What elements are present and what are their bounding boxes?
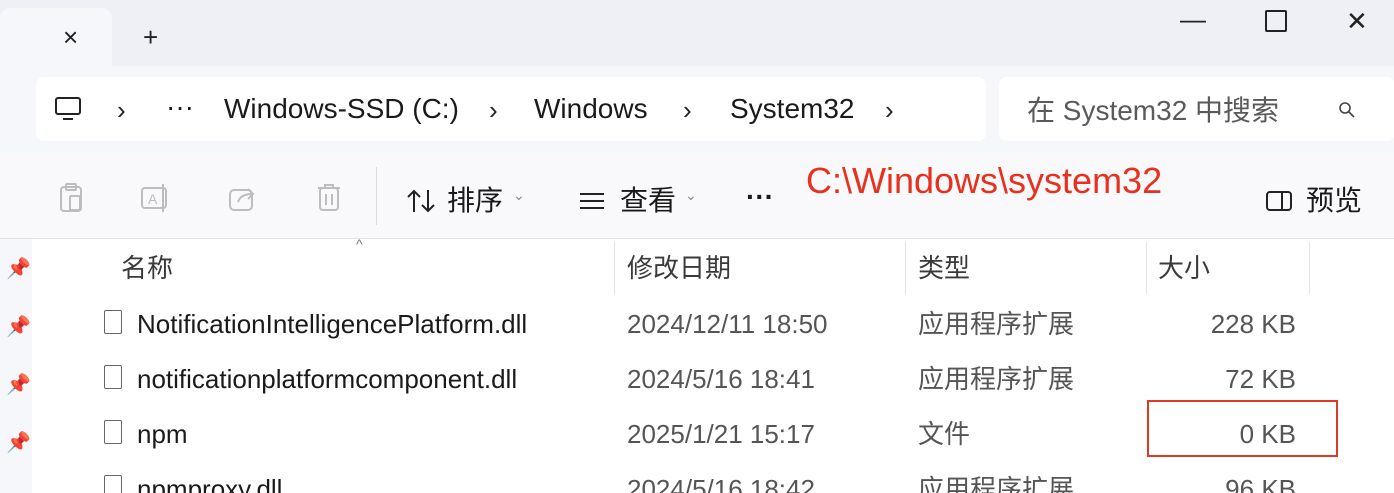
file-size: 72 KB bbox=[1225, 364, 1296, 394]
file-size: 96 KB bbox=[1225, 474, 1296, 493]
column-header-modified[interactable]: 修改日期 bbox=[627, 252, 731, 284]
file-type: 应用程序扩展 bbox=[918, 364, 1075, 394]
breadcrumb-windows[interactable]: Windows bbox=[534, 92, 648, 126]
breadcrumb-separator-icon[interactable]: › bbox=[117, 93, 126, 127]
svg-text:A: A bbox=[148, 191, 158, 207]
breadcrumb-separator-icon[interactable]: › bbox=[885, 93, 894, 127]
dll-file-icon bbox=[104, 475, 122, 493]
blank-file-icon bbox=[104, 420, 122, 444]
dll-file-icon bbox=[104, 310, 122, 334]
size-highlight-box bbox=[1147, 400, 1338, 457]
rename-icon[interactable]: A bbox=[139, 182, 173, 214]
file-modified: 2025/1/21 15:17 bbox=[627, 419, 815, 449]
sort-button[interactable]: 排序 bbox=[447, 184, 503, 218]
view-button[interactable]: 查看 bbox=[620, 184, 676, 218]
breadcrumb-separator-icon[interactable]: › bbox=[489, 93, 498, 127]
new-tab-icon[interactable]: + bbox=[143, 22, 158, 52]
pin-icon[interactable]: 📌 bbox=[6, 256, 31, 281]
column-header-size[interactable]: 大小 bbox=[1158, 252, 1210, 284]
column-divider[interactable] bbox=[614, 242, 615, 294]
preview-pane-icon[interactable] bbox=[1265, 190, 1293, 212]
column-divider[interactable] bbox=[905, 242, 906, 294]
breadcrumb-separator-icon[interactable]: › bbox=[683, 93, 692, 127]
table-row[interactable]: npmproxy.dll 2024/5/16 18:42 应用程序扩展 96 K… bbox=[66, 461, 1316, 493]
sort-dropdown-icon[interactable]: ⌄ bbox=[513, 187, 525, 204]
toolbar-divider bbox=[376, 167, 377, 225]
search-placeholder[interactable]: 在 System32 中搜索 bbox=[1027, 94, 1279, 128]
column-header-name[interactable]: 名称 bbox=[121, 252, 173, 284]
column-divider[interactable] bbox=[1309, 242, 1310, 294]
copy-icon[interactable] bbox=[58, 182, 86, 214]
breadcrumb-system32[interactable]: System32 bbox=[730, 92, 855, 126]
path-annotation: C:\Windows\system32 bbox=[806, 160, 1163, 201]
more-options-button[interactable]: ··· bbox=[746, 180, 774, 214]
file-name: NotificationIntelligencePlatform.dll bbox=[137, 309, 528, 339]
maximize-icon[interactable] bbox=[1265, 10, 1287, 32]
table-row[interactable]: NotificationIntelligencePlatform.dll 202… bbox=[66, 296, 1316, 352]
share-icon[interactable] bbox=[228, 184, 258, 212]
search-icon[interactable] bbox=[1338, 101, 1356, 119]
breadcrumb-more-button[interactable]: ··· bbox=[166, 90, 194, 124]
view-icon[interactable] bbox=[578, 190, 606, 212]
active-tab[interactable] bbox=[0, 8, 112, 68]
command-bar bbox=[0, 152, 1394, 239]
close-window-icon[interactable]: ✕ bbox=[1346, 6, 1368, 36]
file-name: npm bbox=[137, 419, 188, 449]
table-row[interactable]: notificationplatformcomponent.dll 2024/5… bbox=[66, 351, 1316, 407]
sort-icon[interactable] bbox=[405, 188, 437, 214]
pin-icon[interactable]: 📌 bbox=[6, 372, 31, 397]
column-divider[interactable] bbox=[1146, 242, 1147, 294]
pane-gutter bbox=[32, 239, 66, 493]
view-dropdown-icon[interactable]: ⌄ bbox=[685, 187, 697, 204]
file-modified: 2024/12/11 18:50 bbox=[627, 309, 828, 339]
dll-file-icon bbox=[104, 365, 122, 389]
file-type: 应用程序扩展 bbox=[918, 309, 1075, 339]
close-tab-icon[interactable]: × bbox=[63, 22, 78, 52]
pin-icon[interactable]: 📌 bbox=[6, 430, 31, 455]
minimize-icon[interactable]: — bbox=[1180, 4, 1206, 34]
file-modified: 2024/5/16 18:41 bbox=[627, 364, 815, 394]
this-pc-icon[interactable] bbox=[54, 95, 82, 123]
file-size: 228 KB bbox=[1210, 309, 1296, 339]
preview-button[interactable]: 预览 bbox=[1306, 184, 1362, 218]
table-row[interactable]: npm 2025/1/21 15:17 文件 0 KB bbox=[66, 406, 1316, 462]
file-name: npmproxy.dll bbox=[137, 474, 283, 493]
delete-icon[interactable] bbox=[316, 182, 342, 214]
pin-icon[interactable]: 📌 bbox=[6, 314, 31, 339]
file-modified: 2024/5/16 18:42 bbox=[627, 474, 815, 493]
file-name: notificationplatformcomponent.dll bbox=[137, 364, 518, 394]
column-header-type[interactable]: 类型 bbox=[918, 252, 970, 284]
file-type: 应用程序扩展 bbox=[918, 474, 1075, 493]
sort-ascending-icon: ^ bbox=[356, 236, 363, 252]
breadcrumb-drive[interactable]: Windows-SSD (C:) bbox=[224, 92, 459, 126]
file-type: 文件 bbox=[918, 419, 971, 449]
